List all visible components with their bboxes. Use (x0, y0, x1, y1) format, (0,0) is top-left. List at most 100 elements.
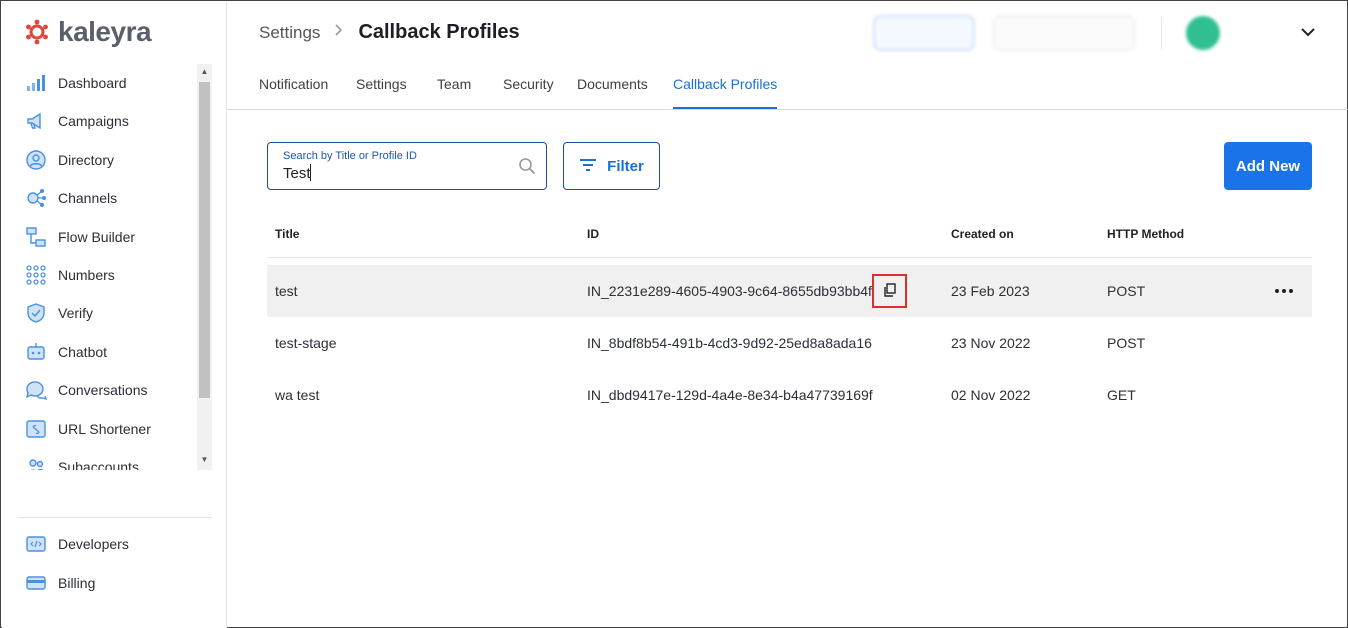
shield-check-icon (24, 301, 48, 325)
cell-http-method: GET (1107, 387, 1136, 403)
copy-id-button[interactable] (872, 274, 907, 308)
search-icon[interactable] (518, 157, 536, 175)
blurred-text (875, 17, 973, 49)
sidebar-item-label: Directory (58, 152, 115, 168)
sidebar-nav: Dashboard Campaigns Directory Channels F… (2, 64, 212, 470)
megaphone-icon (24, 109, 48, 133)
chevron-right-icon (334, 23, 344, 42)
code-icon (24, 532, 48, 556)
sidebar-scrollbar-thumb[interactable] (199, 82, 210, 398)
scroll-down-arrow-icon[interactable]: ▼ (199, 455, 210, 465)
cell-title: wa test (275, 387, 320, 403)
cell-title: test (275, 283, 298, 299)
sidebar-item-conversations[interactable]: Conversations (24, 378, 148, 402)
sidebar-item-billing[interactable]: Billing (24, 571, 95, 595)
sidebar-item-subaccounts[interactable]: Subaccounts (24, 455, 139, 470)
account-name-blurred[interactable] (1229, 26, 1232, 38)
cell-http-method: POST (1107, 335, 1146, 351)
sidebar-item-chatbot[interactable]: Chatbot (24, 340, 107, 364)
cell-http-method: POST (1107, 283, 1146, 299)
filter-label: Filter (607, 157, 644, 175)
brand-logo[interactable]: kaleyra (24, 16, 152, 48)
breadcrumb: Settings Callback Profiles (259, 21, 520, 44)
tab-notification[interactable]: Notification (259, 76, 328, 109)
tab-settings[interactable]: Settings (356, 76, 407, 109)
column-header-id[interactable]: ID (587, 227, 599, 241)
kaleyra-logo-icon (26, 19, 48, 45)
sidebar-item-label: Developers (58, 536, 129, 552)
filter-button[interactable]: Filter (563, 142, 660, 190)
sidebar-item-label: Verify (58, 305, 94, 321)
tab-callback-profiles[interactable]: Callback Profiles (673, 76, 778, 109)
cell-id: IN_8bdf8b54-491b-4cd3-9d92-25ed8a8ada16 (587, 335, 872, 351)
cell-id: IN_2231e289-4605-4903-9c64-8655db93bb4f (587, 283, 872, 299)
blurred-header-status[interactable] (993, 15, 1135, 51)
dashboard-icon (24, 71, 48, 95)
cell-created-on: 23 Nov 2022 (951, 335, 1031, 351)
brand-name: kaleyra (58, 16, 152, 47)
sidebar-item-directory[interactable]: Directory (24, 148, 114, 172)
tab-documents[interactable]: Documents (577, 76, 648, 109)
table-row[interactable]: test-stage IN_8bdf8b54-491b-4cd3-9d92-25… (267, 317, 1312, 369)
numbers-grid-icon (24, 263, 48, 287)
sidebar-item-label: Dashboard (58, 75, 127, 91)
sidebar-item-campaigns[interactable]: Campaigns (24, 109, 129, 133)
page-title: Callback Profiles (358, 21, 520, 43)
cell-created-on: 23 Feb 2023 (951, 283, 1030, 299)
sidebar-divider (18, 517, 212, 518)
sidebar-item-label: Numbers (58, 267, 115, 283)
sidebar-item-numbers[interactable]: Numbers (24, 263, 115, 287)
sidebar-item-label: Chatbot (58, 344, 108, 360)
sidebar: kaleyra Dashboard Campaigns Directory Ch… (2, 2, 227, 628)
column-header-title[interactable]: Title (275, 227, 299, 241)
cell-title: test-stage (275, 335, 337, 351)
more-options-icon[interactable] (1272, 281, 1296, 301)
column-header-http-method[interactable]: HTTP Method (1107, 227, 1184, 241)
text-caret (310, 164, 311, 181)
sidebar-item-label: Flow Builder (58, 229, 136, 245)
chatbot-icon (24, 340, 48, 364)
sidebar-item-url-shortener[interactable]: URL Shortener (24, 417, 151, 441)
blurred-header-button[interactable] (873, 15, 975, 51)
users-icon (24, 455, 48, 470)
scroll-up-arrow-icon[interactable]: ▲ (199, 67, 210, 77)
tab-team[interactable]: Team (437, 76, 471, 109)
cell-id: IN_dbd9417e-129d-4a4e-8e34-b4a47739169f (587, 387, 873, 403)
table-row[interactable]: wa test IN_dbd9417e-129d-4a4e-8e34-b4a47… (267, 369, 1312, 421)
chevron-down-icon[interactable] (1299, 23, 1317, 41)
flow-icon (24, 225, 48, 249)
sidebar-item-label: Billing (58, 575, 96, 591)
sidebar-item-verify[interactable]: Verify (24, 301, 93, 325)
cell-created-on: 02 Nov 2022 (951, 387, 1031, 403)
app-window: kaleyra Dashboard Campaigns Directory Ch… (0, 0, 1348, 628)
add-new-button[interactable]: Add New (1224, 142, 1312, 190)
column-header-created-on[interactable]: Created on (951, 227, 1014, 241)
tab-security[interactable]: Security (503, 76, 554, 109)
search-label: Search by Title or Profile ID (283, 150, 417, 162)
sidebar-item-label: Subaccounts (58, 459, 139, 470)
card-icon (24, 571, 48, 595)
sidebar-item-label: Conversations (58, 382, 148, 398)
avatar[interactable] (1186, 16, 1220, 50)
table-row[interactable]: test IN_2231e289-4605-4903-9c64-8655db93… (267, 265, 1312, 317)
sidebar-item-channels[interactable]: Channels (24, 186, 117, 210)
contact-icon (24, 148, 48, 172)
sidebar-item-label: Campaigns (58, 113, 129, 129)
search-input[interactable]: Search by Title or Profile ID Test (267, 142, 547, 190)
copy-icon (883, 282, 897, 300)
sidebar-item-label: Channels (58, 190, 118, 206)
sidebar-item-dashboard[interactable]: Dashboard (24, 71, 127, 95)
search-value: Test (283, 165, 311, 182)
channels-icon (24, 186, 48, 210)
table-header: Title ID Created on HTTP Method (267, 209, 1312, 258)
breadcrumb-parent[interactable]: Settings (259, 23, 320, 43)
sidebar-item-flow-builder[interactable]: Flow Builder (24, 225, 135, 249)
link-icon (24, 417, 48, 441)
chat-bubbles-icon (24, 378, 48, 402)
header-divider (1161, 17, 1162, 49)
blurred-text (994, 16, 1134, 50)
sidebar-item-label: URL Shortener (58, 421, 151, 437)
sidebar-item-developers[interactable]: Developers (24, 532, 129, 556)
filter-icon (579, 158, 597, 175)
settings-tabs: Notification Settings Team Security Docu… (227, 63, 1348, 110)
